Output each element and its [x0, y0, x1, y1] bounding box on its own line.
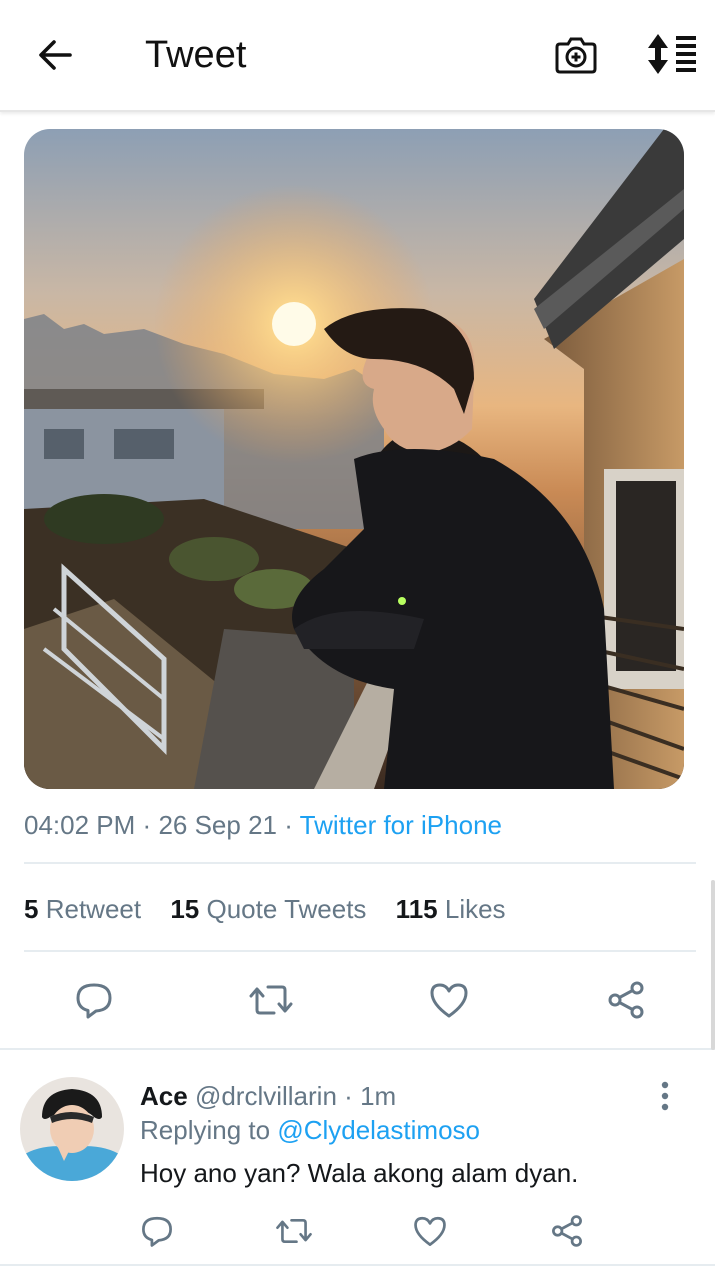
retweets-label: Retweet — [45, 894, 142, 924]
tweet-stats: 5 Retweet 15 Quote Tweets 115 Likes — [24, 892, 506, 926]
reply-icon[interactable] — [74, 980, 114, 1020]
separator-dot: · — [344, 1081, 353, 1111]
camera-add-icon[interactable] — [554, 32, 598, 76]
retweets-count: 5 — [24, 894, 39, 924]
quotes-count: 15 — [170, 894, 200, 924]
replying-to-mention[interactable]: @Clydelastimoso — [277, 1115, 480, 1145]
tweet-date: 26 Sep 21 — [158, 810, 277, 840]
reply-author-name[interactable]: Ace — [140, 1081, 188, 1111]
like-heart-icon[interactable] — [412, 1214, 448, 1248]
tweet-timestamp-line: 04:02 PM · 26 Sep 21 · Twitter for iPhon… — [24, 808, 502, 842]
avatar[interactable] — [20, 1077, 124, 1181]
top-app-bar: Tweet — [0, 0, 715, 112]
likes-stat[interactable]: 115 Likes — [396, 894, 506, 924]
section-separator — [0, 1048, 715, 1050]
likes-count: 115 — [395, 894, 438, 924]
replying-to-line: Replying to @Clydelastimoso — [140, 1114, 480, 1146]
share-icon[interactable] — [550, 1214, 584, 1248]
reply-body-text: Hoy ano yan? Wala akong alam dyan. — [140, 1158, 579, 1188]
reply-header: Ace @drclvillarin · 1m — [140, 1080, 396, 1112]
back-arrow-icon[interactable] — [34, 34, 76, 76]
quotes-stat[interactable]: 15 Quote Tweets — [170, 894, 366, 924]
share-icon[interactable] — [606, 980, 646, 1020]
divider — [24, 862, 696, 864]
sort-list-icon[interactable] — [646, 32, 698, 76]
reply-icon[interactable] — [140, 1214, 174, 1248]
divider — [0, 1264, 715, 1266]
reply-author-handle[interactable]: @drclvillarin — [195, 1081, 337, 1111]
separator-dot: · — [142, 810, 152, 840]
tweet-photo[interactable] — [24, 129, 684, 789]
divider — [24, 950, 696, 952]
reply-age: 1m — [360, 1081, 397, 1111]
replying-prefix: Replying to — [140, 1115, 271, 1145]
retweet-icon[interactable] — [275, 1214, 313, 1248]
scrollbar[interactable] — [711, 880, 715, 1050]
retweet-icon[interactable] — [248, 980, 294, 1020]
quotes-label: Quote Tweets — [206, 894, 367, 924]
tweet-source-link[interactable]: Twitter for iPhone — [300, 810, 502, 840]
retweets-stat[interactable]: 5 Retweet — [24, 894, 141, 924]
more-options-icon[interactable] — [652, 1080, 678, 1112]
tweet-time: 04:02 PM — [24, 810, 136, 840]
like-heart-icon[interactable] — [428, 980, 470, 1020]
separator-dot: · — [284, 810, 293, 840]
likes-label: Likes — [444, 894, 506, 924]
page-title: Tweet — [145, 34, 247, 76]
